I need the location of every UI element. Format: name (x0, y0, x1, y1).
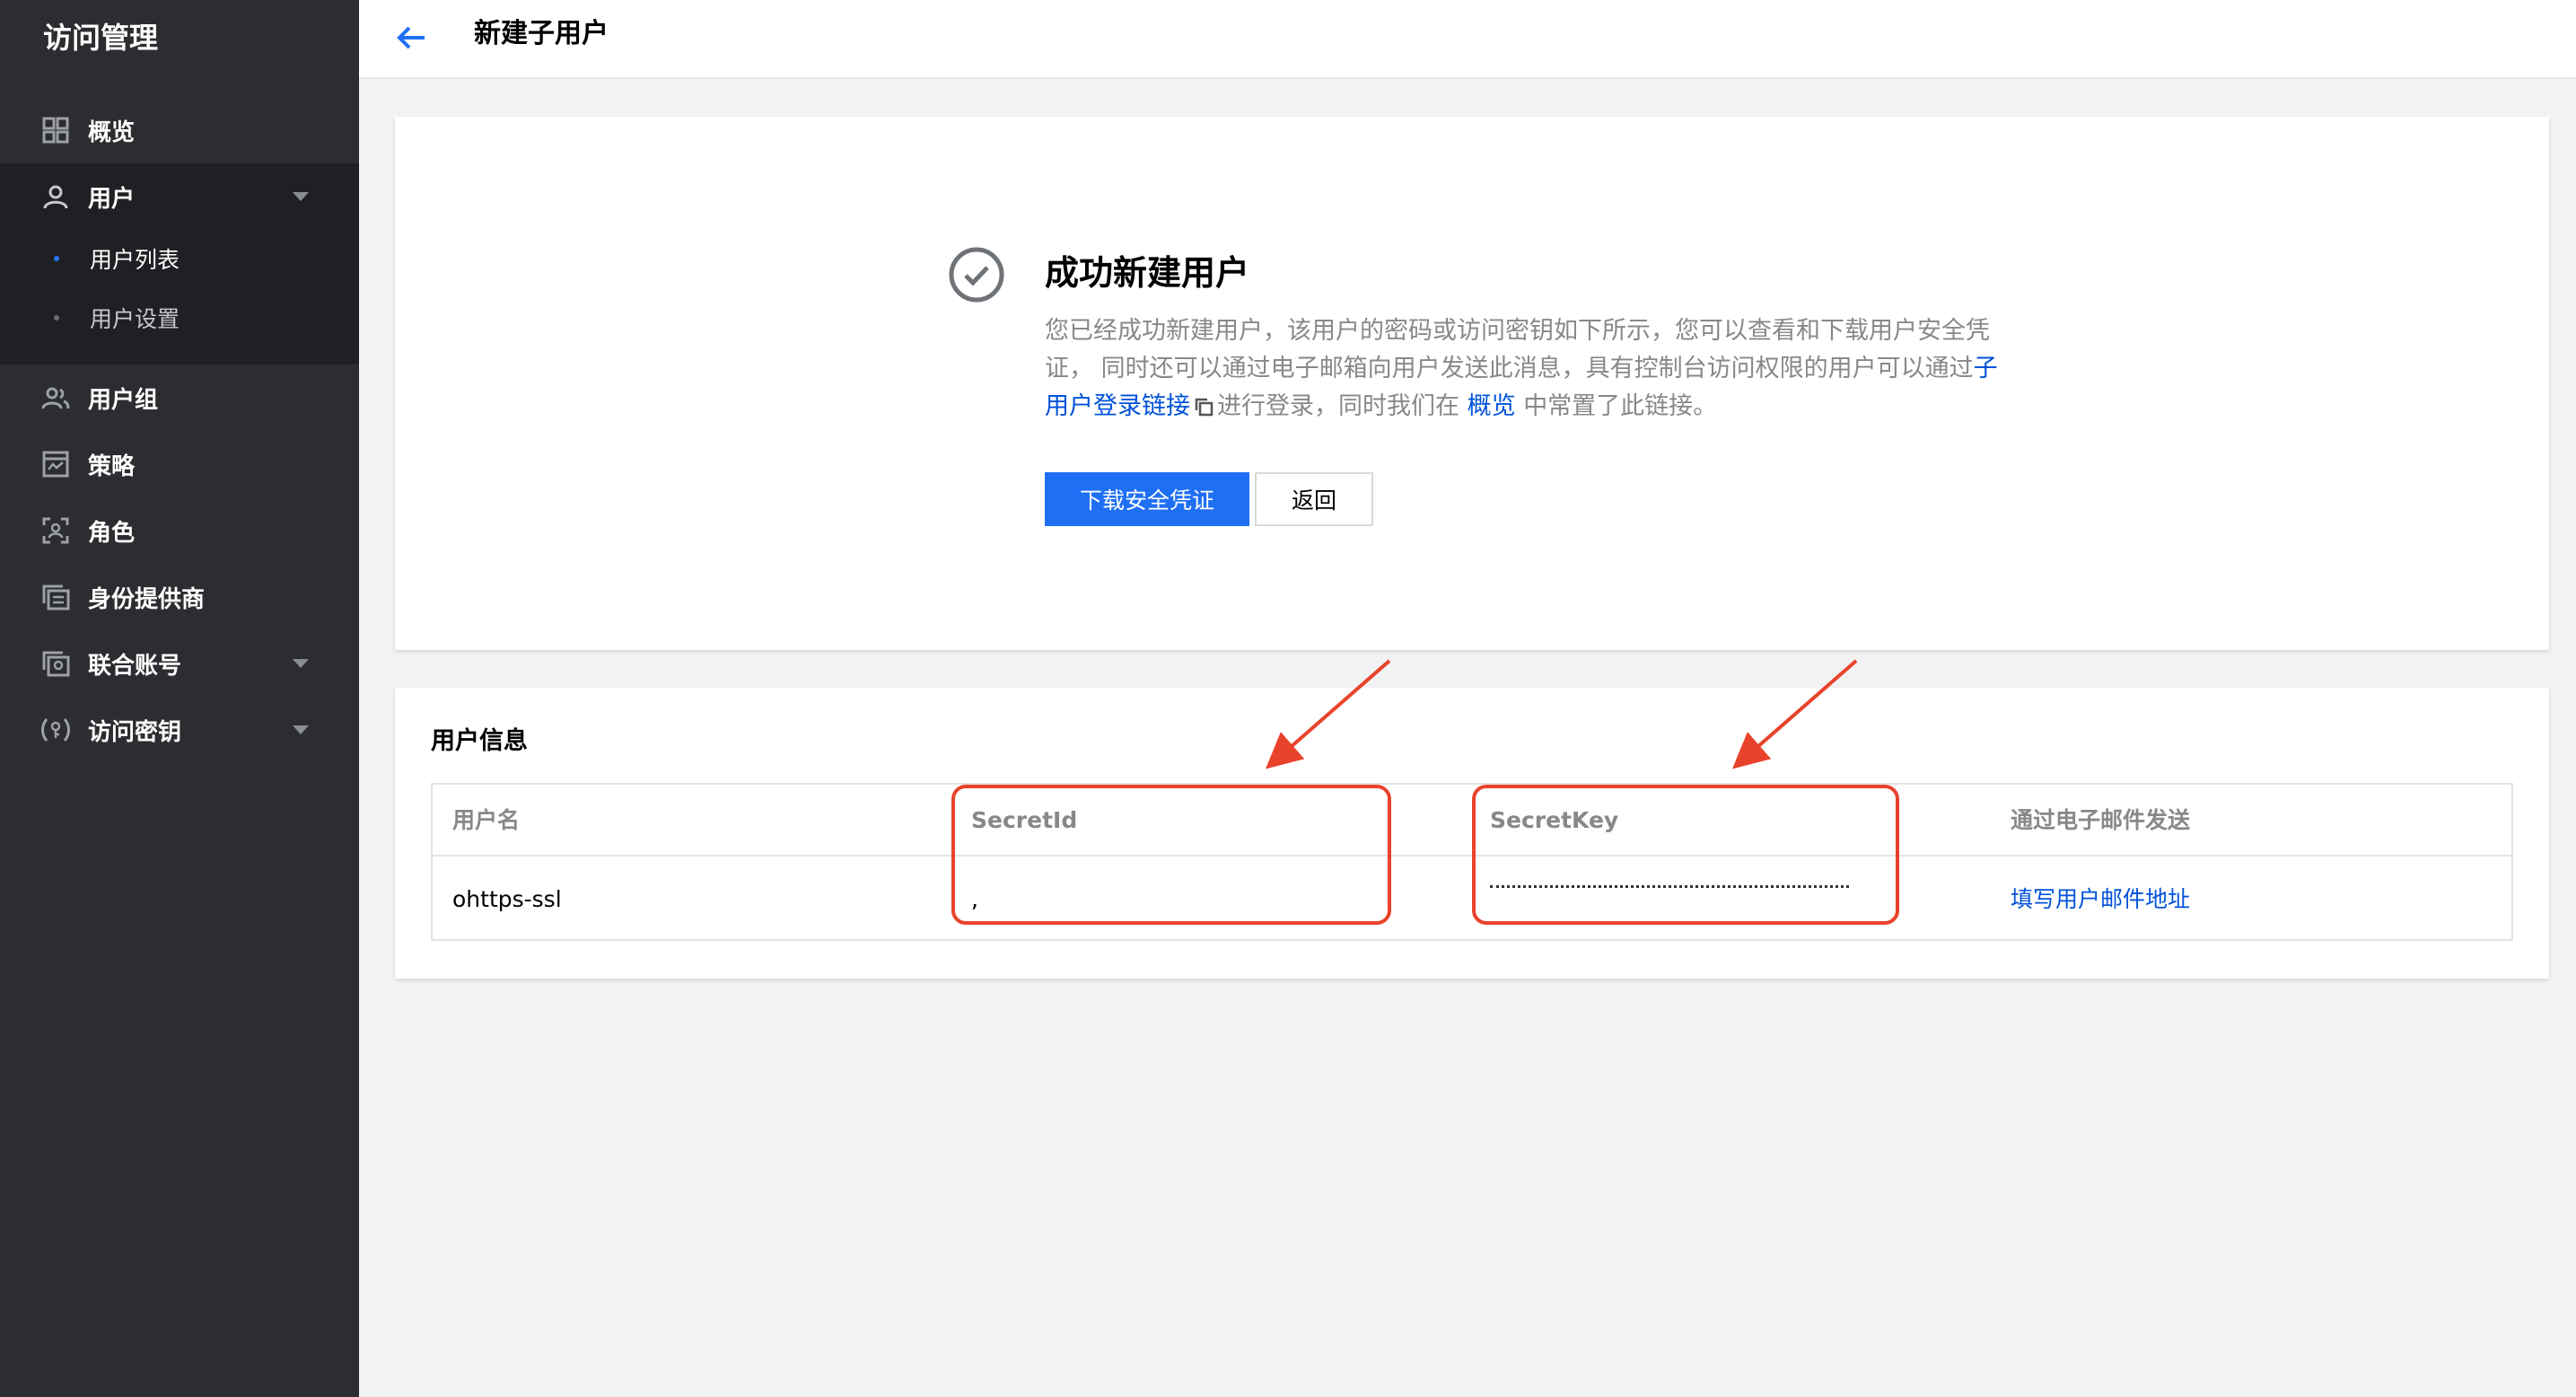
annotation-arrows (1265, 659, 1858, 769)
annotation-arrow-secret-id (1265, 659, 1391, 769)
annotation-arrow-secret-key (1731, 659, 1858, 769)
